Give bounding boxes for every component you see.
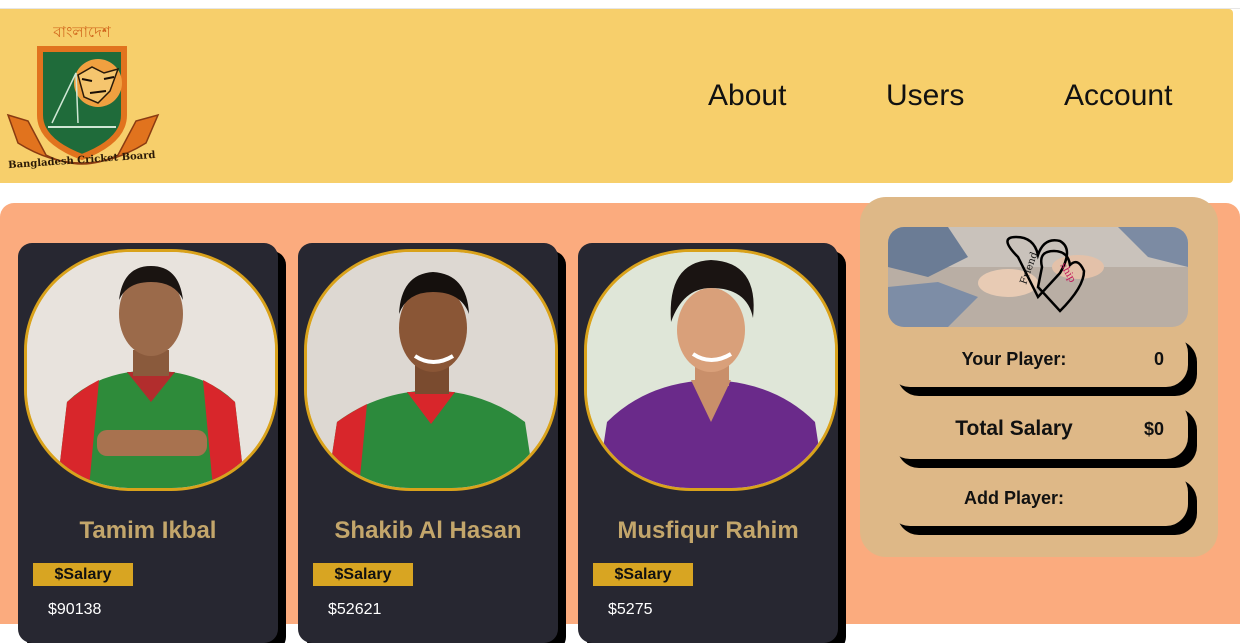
- salary-value: $5275: [608, 601, 653, 618]
- salary-badge[interactable]: $Salary: [33, 563, 133, 586]
- summary-panel: Friend ship Your Player: 0 Total Salary …: [860, 197, 1218, 557]
- player-name: Tamim Ikbal: [79, 517, 217, 544]
- svg-text:বাংলাদেশ: বাংলাদেশ: [52, 23, 112, 41]
- your-player-row: Your Player: 0: [888, 331, 1188, 387]
- total-salary-label: Total Salary: [955, 417, 1073, 440]
- player-name: Shakib Al Hasan: [334, 517, 522, 544]
- add-player-row[interactable]: Add Player:: [888, 470, 1188, 526]
- nav-about[interactable]: About: [708, 79, 786, 113]
- friendship-image: Friend ship: [888, 227, 1188, 327]
- salary-badge[interactable]: $Salary: [593, 563, 693, 586]
- your-player-label: Your Player:: [961, 348, 1067, 369]
- add-player-label: Add Player:: [963, 487, 1065, 508]
- total-salary-row: Total Salary $0: [888, 399, 1188, 459]
- bcb-logo[interactable]: বাংলাদেশ Bangladesh Cricket Board: [6, 23, 160, 179]
- salary-value: $90138: [48, 601, 102, 618]
- total-salary-value: $0: [1143, 418, 1164, 439]
- salary-value: $52621: [328, 601, 382, 618]
- player-photo: [584, 249, 838, 491]
- your-player-count: 0: [1153, 348, 1164, 369]
- top-border: [0, 0, 1240, 9]
- player-photo: [24, 249, 278, 491]
- nav-users[interactable]: Users: [886, 79, 964, 113]
- site-header: বাংলাদেশ Bangladesh Cricket Board About …: [0, 9, 1233, 183]
- player-name: Musfiqur Rahim: [617, 517, 799, 544]
- player-card: Musfiqur Rahim $Salary $5275: [578, 243, 838, 643]
- player-photo: [304, 249, 558, 491]
- salary-badge[interactable]: $Salary: [313, 563, 413, 586]
- player-card: Tamim Ikbal $Salary $90138: [18, 243, 278, 643]
- nav-account[interactable]: Account: [1064, 79, 1172, 113]
- player-card: Shakib Al Hasan $Salary $52621: [298, 243, 558, 643]
